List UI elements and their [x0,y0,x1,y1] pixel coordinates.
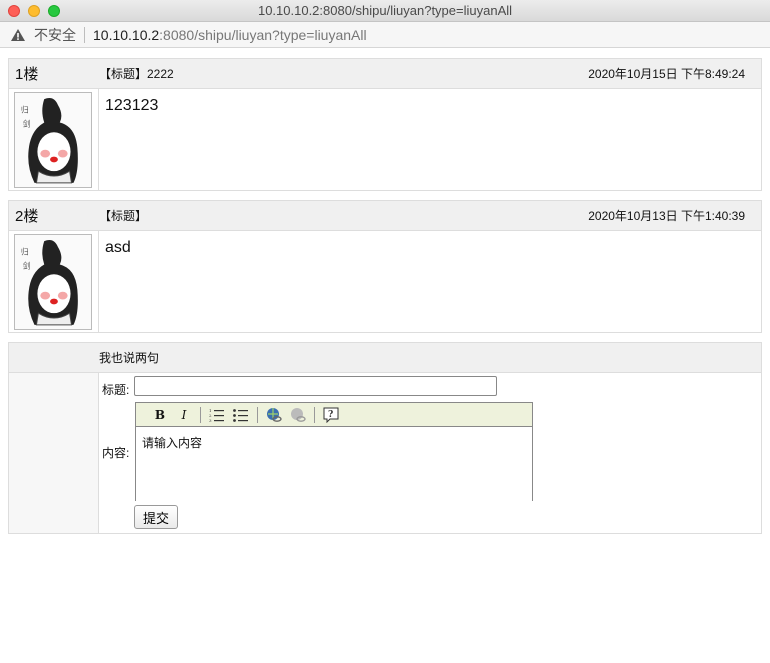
italic-button[interactable]: I [174,406,194,424]
url-host[interactable]: 10.10.10.2 [93,27,159,43]
svg-text:归: 归 [21,247,29,257]
page-content: 1楼 【标题】2222 2020年10月15日 下午8:49:24 归 剑 12… [0,48,770,534]
post-item: 1楼 【标题】2222 2020年10月15日 下午8:49:24 归 剑 12… [8,58,762,191]
bold-button[interactable]: B [150,406,170,424]
ordered-list-icon[interactable]: 123 [207,406,227,424]
submit-button[interactable]: 提交 [134,505,179,529]
avatar: 归 剑 [14,234,92,330]
close-window-button[interactable] [8,5,20,17]
bullet-list-icon[interactable] [231,406,251,424]
reply-header: 我也说两句 [9,343,761,373]
remove-link-icon[interactable] [288,406,308,424]
reply-heading: 我也说两句 [99,351,160,365]
post-message: 123123 [105,97,159,114]
svg-text:3: 3 [209,418,212,422]
reply-body: 标题: 内容: B I 123 ? 请输入内容 提交 [9,373,761,533]
content-editor-area[interactable]: 请输入内容 [136,427,532,500]
title-label: 标题: [102,383,130,397]
reply-left-cell [9,373,99,533]
avatar-cell: 归 剑 [9,89,99,190]
security-label[interactable]: 不安全 [34,25,76,45]
rich-text-editor[interactable]: B I 123 ? 请输入内容 [135,402,533,501]
post-floor: 1楼 [15,66,39,83]
reply-form: 标题: 内容: B I 123 ? 请输入内容 提交 [99,373,761,533]
svg-text:归: 归 [21,105,29,115]
window-titlebar: 10.10.10.2:8080/shipu/liuyan?type=liuyan… [0,0,770,22]
post-item: 2楼 【标题】 2020年10月13日 下午1:40:39 归 剑 asd [8,200,762,333]
svg-text:剑: 剑 [23,118,31,128]
post-message: asd [105,239,131,256]
editor-toolbar: B I 123 ? [136,402,532,427]
post-time: 2020年10月15日 下午8:49:24 [588,67,745,81]
warning-icon[interactable] [10,27,26,43]
post-header: 1楼 【标题】2222 2020年10月15日 下午8:49:24 [9,59,761,89]
window-title: 10.10.10.2:8080/shipu/liuyan?type=liuyan… [257,3,513,18]
help-icon[interactable]: ? [321,406,341,424]
address-divider [84,26,85,43]
post-title: 【标题】 [99,209,148,223]
post-body: 归 剑 asd [9,231,761,332]
url-path[interactable]: :8080/shipu/liuyan?type=liuyanAll [159,27,366,43]
reply-section: 我也说两句 标题: 内容: B I 123 ? 请输入内容 提交 [8,342,762,534]
svg-text:剑: 剑 [23,260,31,270]
post-header: 2楼 【标题】 2020年10月13日 下午1:40:39 [9,201,761,231]
avatar: 归 剑 [14,92,92,188]
window-controls [8,5,60,17]
minimize-window-button[interactable] [28,5,40,17]
post-title: 【标题】2222 [99,67,174,81]
post-time: 2020年10月13日 下午1:40:39 [588,209,745,223]
zoom-window-button[interactable] [48,5,60,17]
avatar-cell: 归 剑 [9,231,99,332]
address-bar[interactable]: 不安全 10.10.10.2:8080/shipu/liuyan?type=li… [0,22,770,48]
post-body: 归 剑 123123 [9,89,761,190]
content-label: 内容: [102,446,130,460]
title-input[interactable] [134,376,497,396]
svg-text:?: ? [328,410,333,420]
insert-link-icon[interactable] [264,406,284,424]
post-floor: 2楼 [15,208,39,225]
